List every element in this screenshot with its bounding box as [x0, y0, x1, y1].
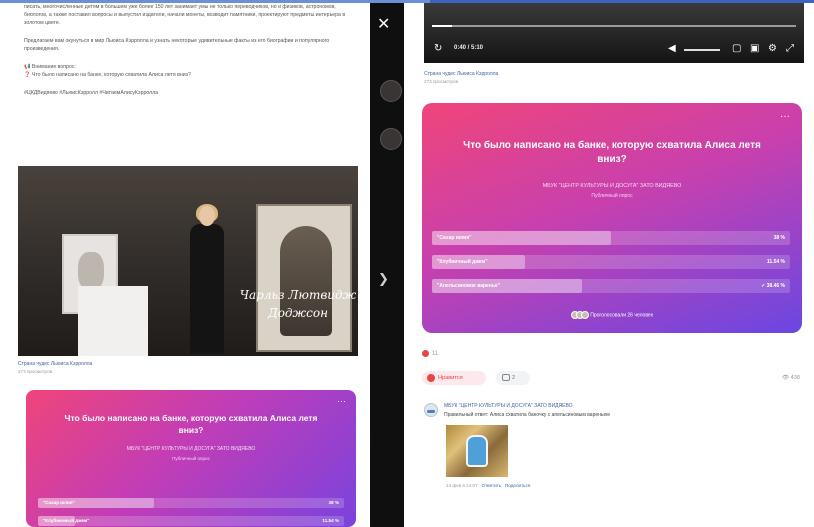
hashtags[interactable]: #ЦКДВидяево #ЛьюисКэрролл #ЧитаемАлисуКэ…: [24, 89, 360, 97]
volume-icon[interactable]: ◀: [668, 43, 676, 54]
subtitles-icon[interactable]: ▣: [750, 43, 759, 54]
reactions-summary[interactable]: 11: [422, 350, 438, 357]
quiz-question: ❓ Что было написано на банке, которую сх…: [24, 72, 191, 78]
poll-question: Что было написано на банке, которую схва…: [463, 140, 761, 165]
left-video-source-link[interactable]: Страна чудес Льюиса Кэрролла: [18, 361, 92, 367]
comment-image[interactable]: [446, 425, 508, 477]
avatar[interactable]: [380, 80, 402, 102]
left-video-thumbnail[interactable]: Чарльз Лютвидж Доджсон: [18, 166, 358, 356]
comment-button[interactable]: 2: [496, 371, 530, 385]
video-caption: Чарльз Лютвидж Доджсон: [239, 288, 357, 320]
fullscreen-icon[interactable]: ⤢: [786, 43, 794, 54]
poll-option-1[interactable]: "Сахар юлия" 38 %: [432, 231, 790, 245]
poll-org[interactable]: МБУК "ЦЕНТР КУЛЬТУРЫ И ДОСУГА" ЗАТО ВИДЯ…: [26, 446, 356, 452]
display-table: [78, 286, 148, 356]
comment-icon: [502, 374, 510, 381]
poll-option-1[interactable]: "Сахар юлия" 38 %: [38, 498, 344, 508]
right-post-panel: ↻ 0:40 / 5:10 ◀ ▢ ▣ ⚙ ⤢ Страна чудес Лью…: [404, 3, 814, 527]
comment-text: Правильный ответ: Алиса схватила баночку…: [444, 412, 610, 418]
right-video-source-link[interactable]: Страна чудес Льюиса Кэрролла: [424, 71, 498, 77]
heart-icon: [427, 374, 435, 382]
poll-option-2[interactable]: "Клубничный джем" 11.54 %: [432, 255, 790, 269]
poll-menu-icon[interactable]: ···: [337, 396, 346, 406]
share-link[interactable]: Поделиться: [505, 483, 530, 488]
reply-link[interactable]: Ответить: [482, 483, 502, 488]
presenter-figure: [190, 204, 224, 356]
quiz-title: 📢 Внимание вопрос:: [24, 64, 76, 70]
right-video-views: 273 просмотров: [424, 79, 459, 84]
post-paragraph-2: Предлагаем вам окунуться в мир Льюиса Кэ…: [24, 38, 330, 52]
miniplayer-icon[interactable]: ▢: [732, 43, 741, 54]
poll-menu-icon[interactable]: ···: [780, 111, 790, 122]
poll-option-3[interactable]: "Апельсиновое варенье" ✓ 38.46 %: [432, 279, 790, 293]
post-paragraph-1: писать, многочисленные детям в большем у…: [24, 4, 346, 26]
left-poll-card: ··· Что было написано на банке, которую …: [26, 390, 356, 527]
chevron-right-icon[interactable]: ❯: [378, 272, 389, 287]
heart-icon: [422, 350, 429, 357]
right-poll-card: ··· Что было написано на банке, которую …: [422, 103, 802, 333]
like-button[interactable]: Нравится: [422, 371, 486, 385]
poll-org[interactable]: МБУК "ЦЕНТР КУЛЬТУРЫ И ДОСУГА" ЗАТО ВИДЯ…: [422, 183, 802, 189]
replay-icon[interactable]: ↻: [434, 43, 442, 54]
comment-author[interactable]: МБУК "ЦЕНТР КУЛЬТУРЫ И ДОСУГА" ЗАТО ВИДЯ…: [444, 403, 573, 409]
comment-meta: 14 фев в 14:07 Ответить Поделиться: [446, 483, 531, 488]
poll-kind: Публичный опрос: [591, 193, 633, 199]
poll-question: Что было написано на банке, которую схва…: [64, 413, 318, 435]
video-player[interactable]: ↻ 0:40 / 5:10 ◀ ▢ ▣ ⚙ ⤢: [424, 3, 804, 63]
views-count: 👁 438: [782, 375, 800, 381]
close-icon[interactable]: ✕: [377, 14, 390, 33]
video-time: 0:40 / 5:10: [454, 45, 484, 51]
avatar: [581, 311, 590, 319]
avatar[interactable]: [380, 128, 402, 150]
poll-voters[interactable]: Проголосовали 26 человек: [422, 311, 802, 319]
poll-option-2[interactable]: "Клубничный джем" 11.54 %: [38, 516, 344, 526]
viewer-root: писать, многочисленные детям в большем у…: [0, 0, 814, 527]
video-seek-bar[interactable]: [432, 25, 796, 27]
portrait-painting: [256, 204, 352, 352]
avatar[interactable]: [424, 403, 438, 417]
poll-kind: Публичный опрос: [172, 456, 210, 461]
volume-slider[interactable]: [684, 49, 720, 51]
left-video-views: 273 просмотров: [18, 369, 53, 374]
gear-icon[interactable]: ⚙: [768, 43, 777, 54]
